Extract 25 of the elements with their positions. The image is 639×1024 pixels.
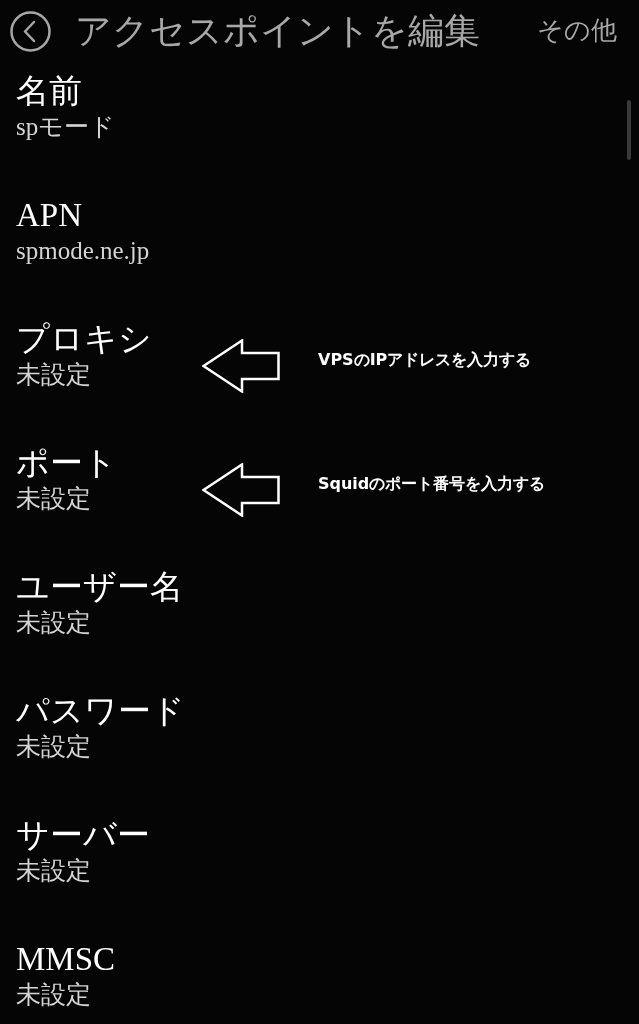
setting-title: プロキシ bbox=[16, 320, 153, 359]
setting-title: ポート bbox=[16, 444, 118, 483]
left-arrow-icon bbox=[202, 463, 280, 517]
setting-value: 未設定 bbox=[16, 608, 92, 638]
annotation-text: Squidのポート番号を入力する bbox=[318, 474, 546, 494]
setting-value: 未設定 bbox=[16, 484, 92, 514]
back-icon bbox=[10, 10, 51, 52]
setting-value: 未設定 bbox=[16, 856, 92, 886]
annotation-text: VPSのIPアドレスを入力する bbox=[318, 350, 532, 370]
setting-value: 未設定 bbox=[16, 360, 92, 390]
setting-value: spモード bbox=[16, 112, 117, 142]
setting-title: パスワード bbox=[16, 692, 186, 731]
screen-title: アクセスポイントを編集 bbox=[75, 10, 480, 53]
setting-title: サーバー bbox=[16, 816, 151, 855]
setting-title: ユーザー名 bbox=[16, 568, 184, 607]
scrollbar bbox=[627, 100, 631, 160]
setting-value: 未設定 bbox=[16, 732, 92, 762]
setting-title: APN bbox=[16, 196, 84, 235]
setting-title: MMSC bbox=[16, 940, 117, 979]
more-menu-button[interactable]: その他 bbox=[537, 15, 617, 47]
setting-title: 名前 bbox=[16, 72, 83, 111]
left-arrow-icon bbox=[202, 339, 280, 393]
setting-value: 未設定 bbox=[16, 980, 92, 1010]
setting-value: spmode.ne.jp bbox=[16, 236, 151, 266]
back-button[interactable] bbox=[10, 10, 51, 52]
